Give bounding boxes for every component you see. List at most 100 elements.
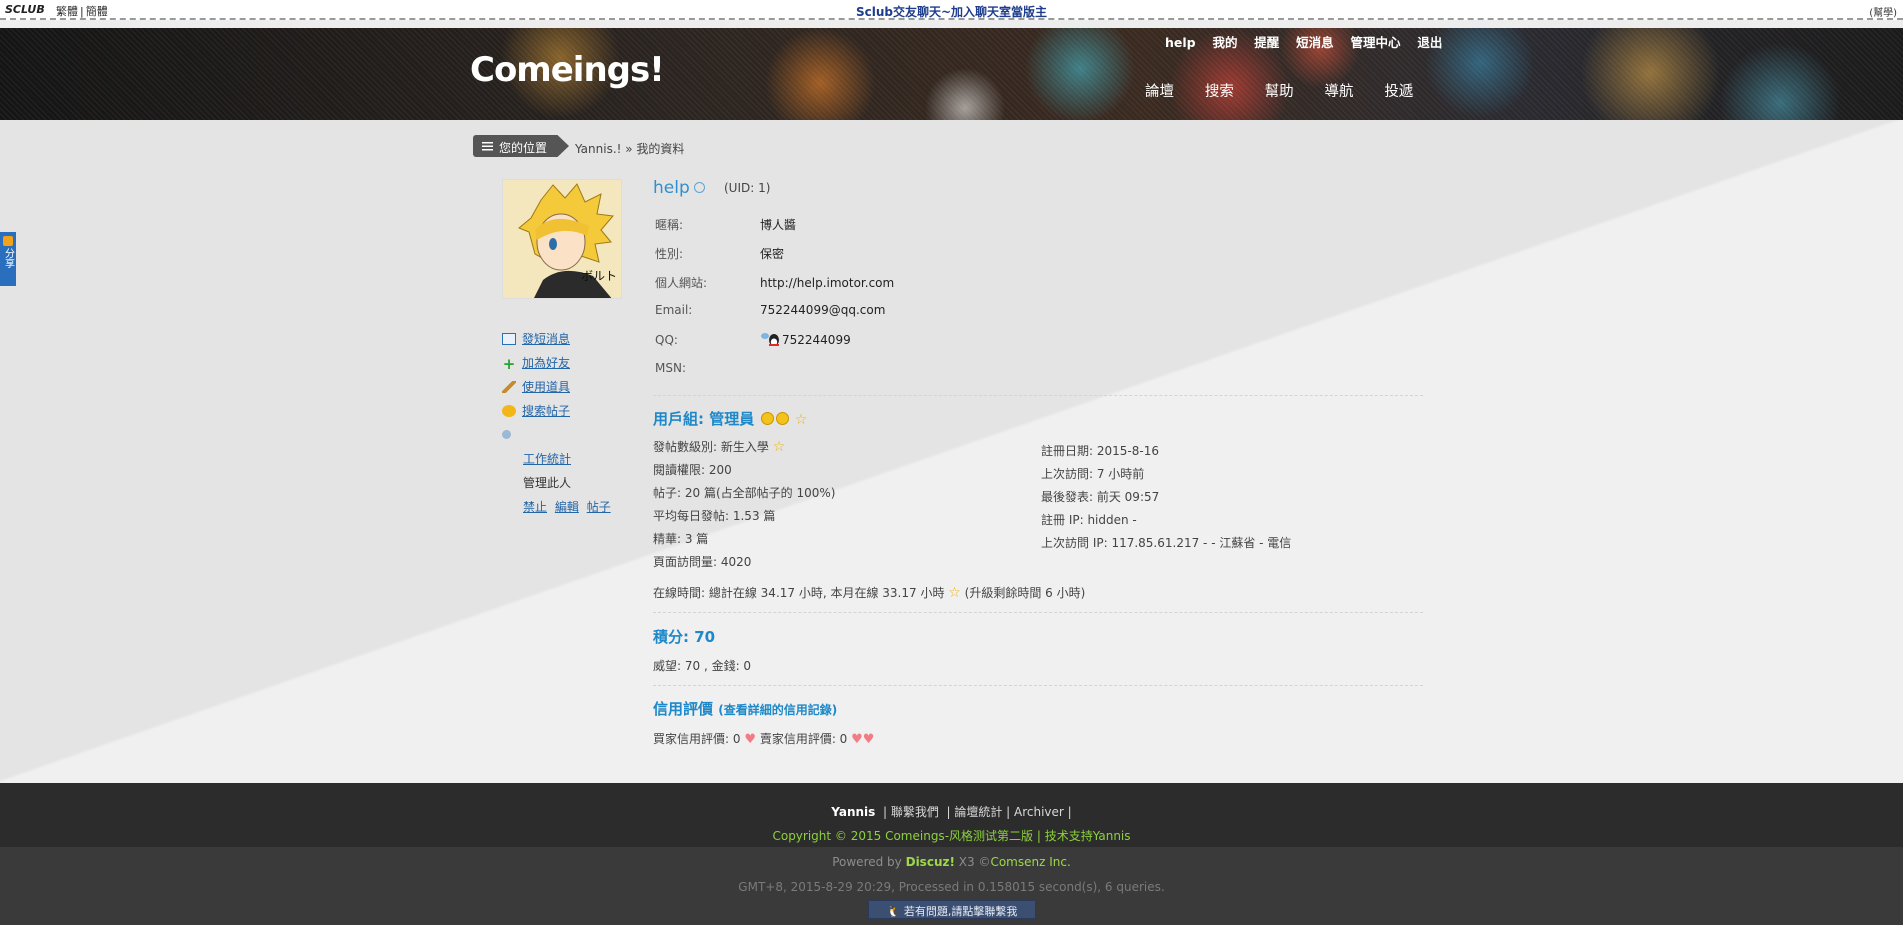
user-group-text: 用戶組: 管理員 [653, 410, 755, 428]
comsenz-link[interactable]: Comsenz Inc. [990, 855, 1070, 869]
send-message-action[interactable]: 發短消息 [502, 330, 615, 354]
top-strip: SCLUB 繁體 | 簡體 Sclub交友聊天~加入聊天室當版主 (幫學) [0, 0, 1903, 20]
stat-register-ip: 註冊 IP: hidden - [1041, 513, 1137, 527]
stat-register-date: 註冊日期: 2015-8-16 [1041, 444, 1159, 458]
send-message-link[interactable]: 發短消息 [522, 332, 570, 346]
divider [653, 612, 1423, 613]
contact-button[interactable]: 🐧 若有問題,請點擊聯繫我 [868, 900, 1036, 919]
info-row-nickname: 暱稱: 博人醬 [655, 216, 894, 245]
use-tool-action[interactable]: 使用道具 [502, 378, 615, 402]
user-avatar: ボルト [502, 179, 622, 299]
nav-forum[interactable]: 論壇 [1145, 84, 1174, 100]
chat-promo-link[interactable]: Sclub交友聊天~加入聊天室當版主 [856, 5, 1047, 19]
breadcrumb-home-label: 您的位置 [499, 141, 548, 155]
contact-button-label: 若有問題,請點擊聯繫我 [903, 905, 1018, 918]
online-time-remaining: (升級剩餘時間 6 小時) [964, 586, 1086, 600]
qq-penguin-icon: 🐧 [886, 905, 901, 918]
smiley-icon [776, 412, 790, 425]
site-header: Comeings! help 我的 提醒 短消息 管理中心 退出 論壇 搜索 幫… [0, 28, 1903, 120]
plus-icon: + [502, 355, 516, 373]
user-link-mine[interactable]: 我的 [1212, 35, 1237, 50]
stats-left: 發帖數級別: 新生入學 ☆ 閱讀權限: 200 帖子: 20 篇(占全部帖子的 … [653, 438, 835, 576]
points-title: 積分: 70 [653, 628, 716, 646]
user-link-help[interactable]: help [1165, 35, 1196, 50]
wand-icon [502, 381, 516, 393]
top-right-text[interactable]: (幫學) [1869, 4, 1897, 19]
credit-detail-link[interactable]: (查看詳細的信用記錄) [718, 703, 837, 717]
seller-rating: 賣家信用評價: 0 [759, 732, 848, 746]
info-row-email: Email: 752244099@qq.com [655, 303, 894, 332]
stat-page-views: 頁面訪問量: 4020 [653, 555, 752, 569]
online-time-text: 在線時間: 總計在線 34.17 小時, 本月在線 33.17 小時 [653, 586, 945, 600]
satellite-icon [502, 430, 511, 439]
nav-guide[interactable]: 導航 [1324, 84, 1353, 100]
moderation-links: 禁止 編輯 帖子 [502, 498, 615, 522]
stat-last-visit: 上次訪問: 7 小時前 [1041, 467, 1145, 481]
credit-ratings: 買家信用評價: 0 ♥ 賣家信用評價: 0 ♥♥ [653, 730, 874, 747]
discuz-link[interactable]: Discuz! [906, 855, 955, 869]
stat-read-permission: 閱讀權限: 200 [653, 463, 732, 477]
user-group-title: 用戶組: 管理員 ☆ [653, 408, 807, 429]
share-icon [3, 236, 13, 246]
search-posts-link[interactable]: 搜索帖子 [522, 404, 570, 418]
logo-text: Comeings! [470, 50, 665, 90]
profile-uid: (UID: 1) [724, 181, 771, 195]
site-logo[interactable]: Comeings! [470, 50, 665, 90]
main-nav: 論壇 搜索 幫助 導航 投遞 [1145, 80, 1440, 101]
edit-link[interactable]: 編輯 [555, 500, 579, 514]
heart-icon: ♥ [744, 732, 756, 747]
footer-archiver-link[interactable]: Archiver [1014, 805, 1064, 819]
stat-digest: 精華: 3 篇 [653, 532, 709, 546]
breadcrumb-path: Yannis.! » 我的資料 [575, 142, 685, 156]
profile-username: help [653, 178, 705, 198]
posts-link[interactable]: 帖子 [587, 500, 611, 514]
username-text: help [653, 178, 690, 198]
info-label: Email: [655, 303, 693, 317]
nav-search[interactable]: 搜索 [1205, 84, 1234, 100]
stat-daily-posts: 平均每日發帖: 1.53 篇 [653, 509, 776, 523]
share-tab[interactable]: 分享 [0, 232, 16, 286]
qq-penguin-icon[interactable] [760, 332, 782, 347]
user-link-reminders[interactable]: 提醒 [1254, 35, 1279, 50]
stat-posts: 帖子: 20 篇(占全部帖子的 100%) [653, 486, 836, 500]
footer-contact-link[interactable]: 聯繫我們 [891, 805, 939, 819]
manage-user-label: 管理此人 [523, 476, 572, 490]
info-value: 博人醬 [760, 218, 797, 232]
info-row-qq: QQ: 752244099 [655, 332, 894, 361]
stat-last-post: 最後發表: 前天 09:57 [1041, 490, 1160, 504]
user-link-admin[interactable]: 管理中心 [1350, 35, 1400, 50]
add-friend-action[interactable]: + 加為好友 [502, 354, 615, 378]
ban-link[interactable]: 禁止 [523, 500, 547, 514]
user-link-logout[interactable]: 退出 [1417, 35, 1442, 50]
footer-gmt: GMT+8, 2015-8-29 20:29, Processed in 0.1… [738, 880, 1165, 894]
user-link-messages[interactable]: 短消息 [1296, 35, 1334, 50]
nav-help[interactable]: 幫助 [1265, 84, 1294, 100]
list-icon [482, 142, 493, 151]
breadcrumb-home[interactable]: 您的位置 [473, 135, 569, 157]
hearts-icon: ♥♥ [851, 732, 875, 747]
credit-title: 信用評價 (查看詳細的信用記錄) [653, 698, 837, 719]
add-friend-link[interactable]: 加為好友 [522, 356, 570, 370]
info-label: 暱稱: [655, 218, 684, 232]
email-link[interactable]: 752244099@qq.com [760, 303, 885, 317]
footer-powered: Powered by Discuz! X3 ©Comsenz Inc. [0, 855, 1903, 869]
footer-copyright: Copyright © 2015 Comeings-风格测试第二版 | 技术支持… [772, 829, 1131, 843]
info-value: 752244099 [782, 333, 851, 347]
envelope-icon [502, 333, 516, 345]
speech-bubble-icon [502, 405, 516, 417]
profile-actions: 發短消息 + 加為好友 使用道具 搜索帖子 工作統計 管理此人 禁止 編輯 帖子 [502, 330, 615, 522]
share-label: 分享 [2, 248, 14, 268]
footer-author: Yannis [831, 805, 876, 819]
website-link[interactable]: http://help.imotor.com [760, 276, 894, 290]
search-posts-action[interactable]: 搜索帖子 [502, 402, 615, 426]
work-stats-link[interactable]: 工作統計 [523, 452, 571, 466]
svg-text:ボルト: ボルト [581, 269, 617, 283]
footer-stats-link[interactable]: 論壇統計 [954, 805, 1002, 819]
work-stats-action[interactable]: 工作統計 [502, 450, 615, 474]
user-links: help 我的 提醒 短消息 管理中心 退出 [1165, 32, 1455, 51]
use-tool-link[interactable]: 使用道具 [522, 380, 570, 394]
nav-submit[interactable]: 投遞 [1384, 84, 1413, 100]
info-label: QQ: [655, 333, 678, 347]
footer-links: Yannis | 聯繫我們 | 論壇統計 | Archiver | [831, 805, 1072, 819]
info-row-website: 個人網站: http://help.imotor.com [655, 274, 894, 303]
